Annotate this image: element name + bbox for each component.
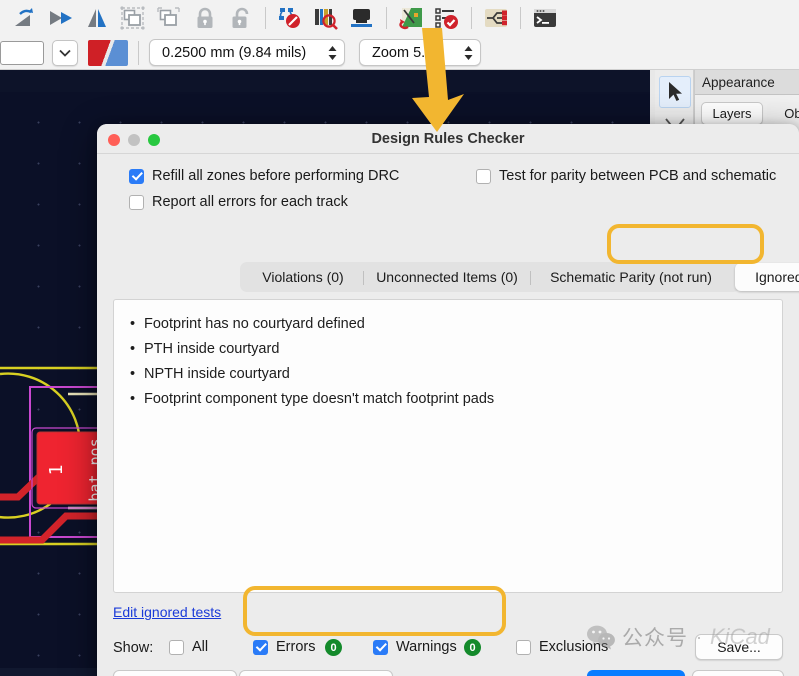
list-item[interactable]: • Footprint has no courtyard defined xyxy=(130,312,782,337)
track-width-dropdown-button[interactable] xyxy=(52,39,78,66)
zoom-value: Zoom 5.00 xyxy=(372,44,442,61)
checkbox-test-parity-label: Test for parity between PCB and schemati… xyxy=(499,168,777,184)
tab-schematic-parity[interactable]: Schematic Parity (not run) xyxy=(531,263,731,291)
canvas-top-strip xyxy=(0,70,650,92)
list-item[interactable]: • PTH inside courtyard xyxy=(130,337,782,362)
footprint-library-browser-icon[interactable] xyxy=(309,2,343,34)
checkbox-show-all-label: All xyxy=(192,639,209,655)
show-filter-row: Show: All Errors 0 Warnings 0 Exclusions… xyxy=(97,630,799,668)
grid-size-select[interactable]: 0.2500 mm (9.84 mils) xyxy=(149,39,345,66)
zoom-select[interactable]: Zoom 5.00 xyxy=(359,39,481,66)
show-label: Show: xyxy=(113,640,154,656)
list-item-label: NPTH inside courtyard xyxy=(144,366,290,382)
delete-all-markers-button[interactable]: Delete All Markers xyxy=(239,670,393,676)
window-zoom-button[interactable] xyxy=(148,134,160,146)
tab-violations[interactable]: Violations (0) xyxy=(244,263,362,291)
design-rules-checker-dialog: Design Rules Checker Refill all zones be… xyxy=(97,124,799,676)
bullet-icon: • xyxy=(130,391,136,407)
mirror-vertical-icon[interactable] xyxy=(80,2,114,34)
window-minimize-button[interactable] xyxy=(128,134,140,146)
tab-unconnected-items[interactable]: Unconnected Items (0) xyxy=(365,263,529,291)
edit-ignored-tests-link[interactable]: Edit ignored tests xyxy=(113,604,221,620)
layer-pair-swatch[interactable] xyxy=(88,39,128,66)
unlock-icon[interactable] xyxy=(224,2,258,34)
bullet-icon: • xyxy=(130,316,136,332)
window-close-button[interactable] xyxy=(108,134,120,146)
run-erc-checklist-icon[interactable] xyxy=(430,2,464,34)
design-rules-checker-icon[interactable] xyxy=(273,2,307,34)
appearance-tab-layers[interactable]: Layers xyxy=(701,102,763,125)
list-item[interactable]: • NPTH inside courtyard xyxy=(130,362,782,387)
checkbox-test-parity-box[interactable] xyxy=(476,168,491,184)
second-toolbar: 0.2500 mm (9.84 mils) Zoom 5.00 xyxy=(0,36,799,70)
dialog-tabstrip: Violations (0) Unconnected Items (0) Sch… xyxy=(113,259,799,295)
list-item-label: Footprint has no courtyard defined xyxy=(144,316,365,332)
warnings-count-badge: 0 xyxy=(464,639,481,656)
tab-divider xyxy=(363,271,364,285)
toolbar-separator xyxy=(520,7,521,29)
checkbox-show-exclusions-label: Exclusions xyxy=(539,639,609,655)
stepper-icon[interactable] xyxy=(463,45,474,61)
select-cursor-tool[interactable] xyxy=(659,76,691,108)
checkbox-refill-zones-box[interactable] xyxy=(129,168,144,184)
checkbox-test-parity[interactable]: Test for parity between PCB and schemati… xyxy=(476,168,776,184)
board-3d-viewer-icon[interactable] xyxy=(345,2,379,34)
toolbar-separator xyxy=(265,7,266,29)
list-item-label: PTH inside courtyard xyxy=(144,341,280,357)
dialog-options: Refill all zones before performing DRC R… xyxy=(113,154,783,218)
checkbox-show-all-box[interactable] xyxy=(169,639,184,655)
checkbox-show-exclusions[interactable]: Exclusions xyxy=(516,639,608,655)
checkbox-show-exclusions-box[interactable] xyxy=(516,639,531,655)
checkbox-report-all-errors-box[interactable] xyxy=(129,194,144,210)
dialog-titlebar[interactable]: Design Rules Checker xyxy=(97,124,799,154)
appearance-tab-objects[interactable]: Obje xyxy=(767,102,799,125)
toolbar-separator xyxy=(471,7,472,29)
tab-ignored-tests[interactable]: Ignored Tests (4) xyxy=(735,263,799,291)
checkbox-show-warnings-label: Warnings xyxy=(396,639,457,655)
checkbox-report-all-errors-label: Report all errors for each track xyxy=(152,194,348,210)
scripting-console-icon[interactable] xyxy=(528,2,562,34)
close-button[interactable]: Close xyxy=(587,670,685,676)
appearance-title: Appearance xyxy=(695,70,799,95)
checkbox-refill-zones[interactable]: Refill all zones before performing DRC xyxy=(129,168,399,184)
toolbar-separator xyxy=(138,40,139,65)
save-button[interactable]: Save... xyxy=(695,634,783,660)
pad-number-label: 1 xyxy=(46,465,67,476)
bullet-icon: • xyxy=(130,341,136,357)
ignored-tests-list[interactable]: • Footprint has no courtyard defined • P… xyxy=(113,299,783,593)
bullet-icon: • xyxy=(130,366,136,382)
dialog-title: Design Rules Checker xyxy=(371,130,525,147)
checkbox-show-errors-label: Errors xyxy=(276,639,316,655)
list-item[interactable]: • Footprint component type doesn't match… xyxy=(130,387,782,412)
checkbox-refill-zones-label: Refill all zones before performing DRC xyxy=(152,168,400,184)
list-item-label: Footprint component type doesn't match f… xyxy=(144,391,495,407)
update-pcb-from-schematic-icon[interactable] xyxy=(394,2,428,34)
flip-horizontal-icon[interactable] xyxy=(44,2,78,34)
ungroup-icon[interactable] xyxy=(152,2,186,34)
lock-icon[interactable] xyxy=(188,2,222,34)
grid-size-value: 0.2500 mm (9.84 mils) xyxy=(162,44,307,61)
checkbox-show-errors-box[interactable] xyxy=(253,639,268,655)
checkbox-show-warnings[interactable]: Warnings xyxy=(373,639,457,655)
dialog-button-row: Delete Marker Delete All Markers Close R… xyxy=(97,666,799,676)
checkbox-show-warnings-box[interactable] xyxy=(373,639,388,655)
group-icon[interactable] xyxy=(116,2,150,34)
app-window: 0.2500 mm (9.84 mils) Zoom 5.00 1 bat_po… xyxy=(0,0,799,676)
checkbox-show-errors[interactable]: Errors xyxy=(253,639,315,655)
run-drc-button[interactable]: Run DRC xyxy=(692,670,784,676)
net-inspector-icon[interactable] xyxy=(479,2,513,34)
errors-count-badge: 0 xyxy=(325,639,342,656)
rotate-icon[interactable] xyxy=(8,2,42,34)
top-toolbar xyxy=(0,0,799,36)
checkbox-report-all-errors[interactable]: Report all errors for each track xyxy=(129,194,348,210)
toolbar-separator xyxy=(386,7,387,29)
stepper-icon[interactable] xyxy=(327,45,338,61)
checkbox-show-all[interactable]: All xyxy=(169,639,208,655)
track-width-input[interactable] xyxy=(0,40,44,65)
dialog-body: Refill all zones before performing DRC R… xyxy=(97,154,799,676)
delete-marker-button[interactable]: Delete Marker xyxy=(113,670,237,676)
